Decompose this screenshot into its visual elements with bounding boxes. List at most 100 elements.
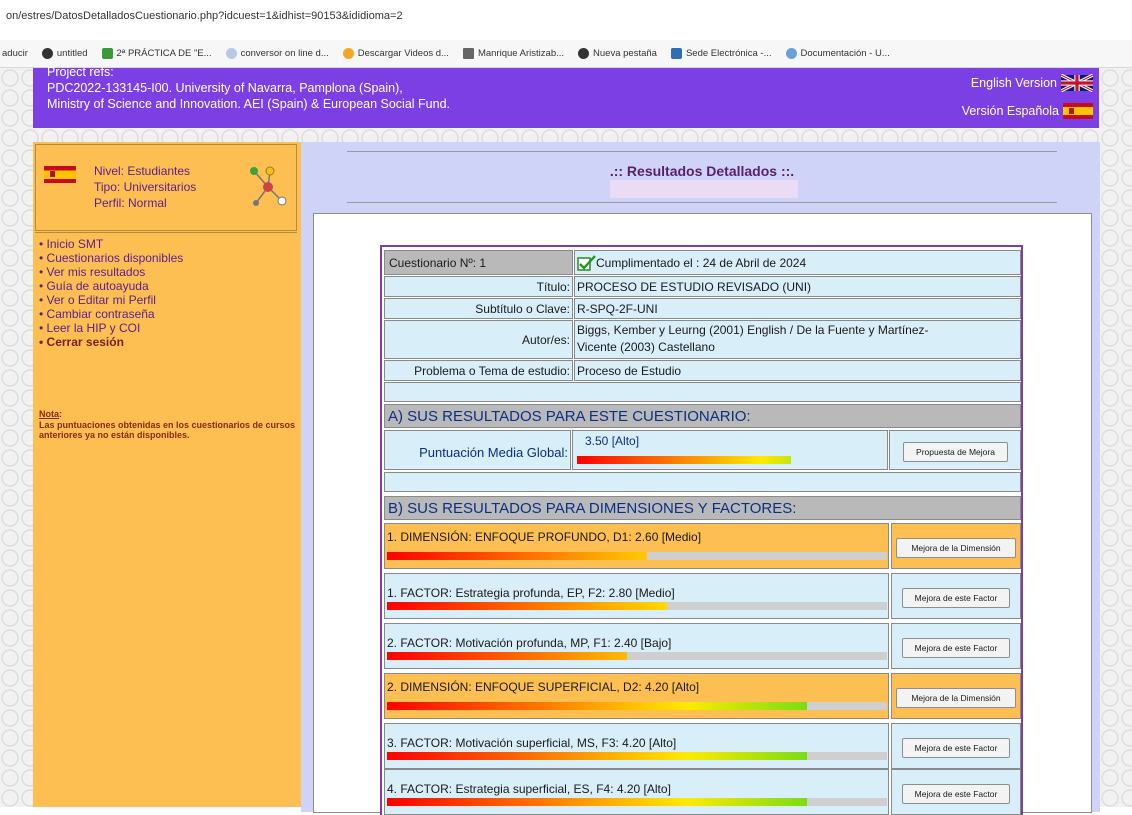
completed-date: Cumplimentado el : 24 de Abril de 2024 xyxy=(596,256,807,270)
result-row-bar-fill xyxy=(387,702,807,710)
menu-item-perfil[interactable]: • Ver o Editar mi Perfil xyxy=(39,293,183,307)
spanish-version-link[interactable]: Versión Española xyxy=(962,103,1093,119)
address-bar[interactable]: on/estres/DatosDetalladosCuestionario.ph… xyxy=(0,0,1132,41)
bookmark-label: Sede Electrónica -... xyxy=(685,48,772,59)
project-refs-line1: PDC2022-133145-I00. University of Navarr… xyxy=(47,81,403,95)
menu-item-inicio[interactable]: • Inicio SMT xyxy=(39,237,183,251)
result-row-text: 2. FACTOR: Motivación profunda, MP, F1: … xyxy=(387,636,672,650)
chrome-favicon-icon xyxy=(578,48,590,59)
result-row-bar-fill xyxy=(387,552,647,560)
global-score-label: Puntuación Media Global: xyxy=(419,445,568,460)
bookmark-item[interactable]: untitled xyxy=(41,48,88,59)
profile-type: Tipo: Universitarios xyxy=(94,180,197,194)
result-row-bar-fill xyxy=(387,602,667,610)
note-colon: : xyxy=(59,409,62,419)
result-row-text: 1. FACTOR: Estrategia profunda, EP, F2: … xyxy=(387,586,675,600)
url-text[interactable]: on/estres/DatosDetalladosCuestionario.ph… xyxy=(6,10,403,22)
bookmark-item[interactable]: Manrique Aristizab... xyxy=(462,48,565,59)
bookmark-label: Manrique Aristizab... xyxy=(477,48,565,59)
questionnaire-number-cell: Cuestionario Nº: 1 xyxy=(384,250,573,275)
converter-favicon-icon xyxy=(225,48,237,59)
title-rule-top xyxy=(347,151,1057,152)
network-icon xyxy=(250,166,287,206)
subtitle-value-cell: R-SPQ-2F-UNI xyxy=(574,298,1021,319)
english-version-label: English Version xyxy=(970,76,1057,90)
spacer-row xyxy=(384,472,1021,492)
sidebar: Nivel: Estudiantes Tipo: Universitarios … xyxy=(33,142,301,807)
factor-improve-button[interactable]: Mejora de este Factor xyxy=(902,588,1010,608)
spacer-row xyxy=(384,382,1021,402)
checkbox-check-icon xyxy=(577,255,596,271)
bookmark-item[interactable]: 2ª PRÁCTICA DE "E... xyxy=(101,48,212,59)
spain-flag-icon xyxy=(1063,103,1093,119)
pdf-favicon-icon xyxy=(462,48,474,59)
profile-profile: Perfil: Normal xyxy=(94,196,167,210)
result-row-bar-fill xyxy=(387,752,807,760)
profile-box: Nivel: Estudiantes Tipo: Universitarios … xyxy=(35,144,297,231)
subtitle-label-cell: Subtítulo o Clave: xyxy=(384,298,573,319)
site-header: Project refs: PDC2022-133145-I00. Univer… xyxy=(33,65,1099,128)
title-label: Título: xyxy=(536,280,570,294)
result-row-bar xyxy=(387,602,887,610)
factor-improve-button[interactable]: Mejora de este Factor xyxy=(902,638,1010,658)
subtitle-label: Subtítulo o Clave: xyxy=(475,302,570,316)
bookmark-label: 2ª PRÁCTICA DE "E... xyxy=(116,48,212,59)
bookmark-item[interactable]: aducir xyxy=(2,48,28,59)
authors-value-line1: Biggs, Kember y Leurng (2001) English / … xyxy=(577,323,929,337)
menu-item-contrasena[interactable]: • Cambiar contraseña xyxy=(39,307,183,321)
result-row-text: 2. DIMENSIÓN: ENFOQUE SUPERFICIAL, D2: 4… xyxy=(387,680,700,694)
result-row-bar-fill xyxy=(387,652,627,660)
result-row-bar xyxy=(387,752,887,760)
result-row-bar xyxy=(387,798,887,806)
global-button-cell: Propuesta de Mejora xyxy=(889,430,1021,470)
proposal-button[interactable]: Propuesta de Mejora xyxy=(903,442,1008,462)
project-refs-title: Project refs: xyxy=(47,65,114,79)
bookmark-item[interactable]: Sede Electrónica -... xyxy=(670,48,772,59)
menu-item-ver-resultados[interactable]: • Ver mis resultados xyxy=(39,265,183,279)
sede-favicon-icon xyxy=(670,48,682,59)
title-highlight xyxy=(610,180,798,198)
project-refs-line2: Ministry of Science and Innovation. AEI … xyxy=(47,97,451,111)
spain-flag-icon xyxy=(44,166,76,183)
result-row-button-cell: Mejora de este Factor xyxy=(891,573,1021,619)
authors-label-cell: Autor/es: xyxy=(384,320,573,359)
english-version-link[interactable]: English Version xyxy=(971,74,1093,92)
result-row: 1. FACTOR: Estrategia profunda, EP, F2: … xyxy=(384,573,889,619)
profile-divider xyxy=(35,232,297,233)
result-row: 2. FACTOR: Motivación profunda, MP, F1: … xyxy=(384,623,889,669)
global-score-cell: 3.50 [Alto] xyxy=(572,430,888,470)
note-text: Las puntuaciones obtenidas en los cuesti… xyxy=(39,419,296,441)
result-row-text: 3. FACTOR: Motivación superficial, MS, F… xyxy=(387,736,677,750)
bookmark-item[interactable]: Nueva pestaña xyxy=(578,48,657,59)
topic-label: Problema o Tema de estudio: xyxy=(414,364,570,378)
bookmark-item[interactable]: conversor on line d... xyxy=(225,48,329,59)
bookmark-label: untitled xyxy=(56,48,88,59)
result-row: 4. FACTOR: Estrategia superficial, ES, F… xyxy=(384,769,889,815)
result-row-button-cell: Mejora de este Factor xyxy=(891,769,1021,815)
questionnaire-number: Cuestionario Nº: 1 xyxy=(389,256,487,270)
leaf-favicon-icon xyxy=(101,48,113,59)
menu-item-hip-coi[interactable]: • Leer la HIP y COI xyxy=(39,321,183,335)
dimension-improve-button[interactable]: Mejora de la Dimensión xyxy=(896,688,1016,708)
doc-favicon-icon xyxy=(785,48,797,59)
result-row-text: 4. FACTOR: Estrategia superficial, ES, F… xyxy=(387,782,671,796)
dimension-improve-button[interactable]: Mejora de la Dimensión xyxy=(896,538,1016,558)
menu-item-cerrar-sesion[interactable]: • Cerrar sesión xyxy=(39,335,183,349)
sidebar-note: Nota: Las puntuaciones obtenidas en los … xyxy=(39,409,297,441)
global-score-label-cell: Puntuación Media Global: xyxy=(384,430,571,470)
authors-value-cell: Biggs, Kember y Leurng (2001) English / … xyxy=(574,320,1021,359)
bookmark-item[interactable]: Descargar Videos d... xyxy=(342,48,449,59)
result-row-button-cell: Mejora de la Dimensión xyxy=(891,523,1021,569)
completed-cell: Cumplimentado el : 24 de Abril de 2024 xyxy=(574,250,1021,275)
factor-improve-button[interactable]: Mejora de este Factor xyxy=(902,784,1010,804)
sidebar-menu: • Inicio SMT • Cuestionarios disponibles… xyxy=(39,237,183,349)
factor-improve-button[interactable]: Mejora de este Factor xyxy=(902,738,1010,758)
section-b-title: B) SUS RESULTADOS PARA DIMENSIONES Y FAC… xyxy=(388,500,797,517)
menu-item-cuestionarios[interactable]: • Cuestionarios disponibles xyxy=(39,251,183,265)
topic-value: Proceso de Estudio xyxy=(577,364,682,378)
bookmark-item[interactable]: Documentación - U... xyxy=(785,48,890,59)
result-row-bar-fill xyxy=(387,798,807,806)
bookmark-label: Descargar Videos d... xyxy=(357,48,449,59)
menu-item-guia[interactable]: • Guía de autoayuda xyxy=(39,279,183,293)
section-a-title: A) SUS RESULTADOS PARA ESTE CUESTIONARIO… xyxy=(388,408,751,425)
